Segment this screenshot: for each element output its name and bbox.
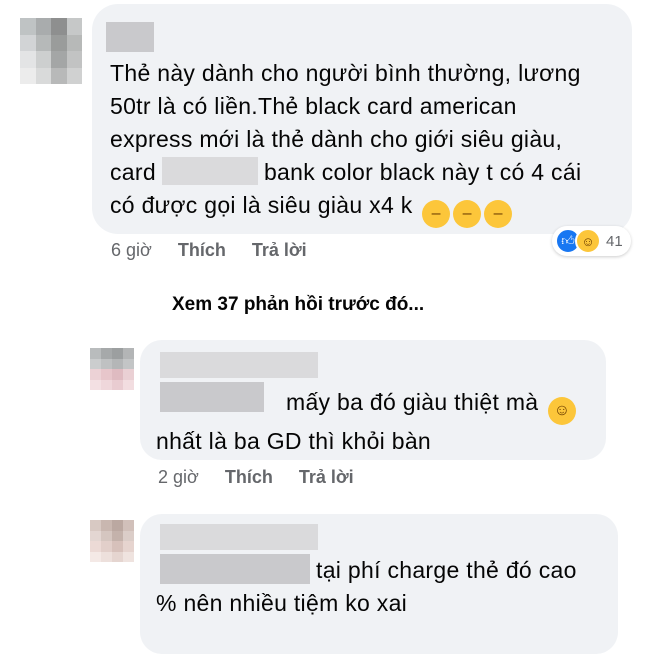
- comment-line: tại phí charge thẻ đó cao: [316, 557, 577, 583]
- commenter-name[interactable]: [160, 524, 318, 550]
- comment-line: Thẻ này dành cho người bình thường, lươn…: [110, 60, 581, 86]
- reaction-count: 41: [606, 232, 623, 250]
- comment-word: card: [110, 159, 156, 185]
- comment-line: nhất là ba GD thì khỏi bàn: [156, 428, 432, 454]
- timestamp[interactable]: 2 giờ: [158, 467, 199, 488]
- commenter-name[interactable]: [160, 352, 318, 378]
- comment-line: có được gọi là siêu giàu x4 k – – –: [110, 189, 625, 228]
- reply-button[interactable]: Trả lời: [252, 240, 307, 261]
- comment-text: mấy ba đó giàu thiệt mà ☺ nhất là ba GD …: [156, 386, 596, 458]
- smirking-face-icon: –: [422, 200, 451, 228]
- rolling-laughing-icon: ☺: [548, 397, 577, 425]
- avatar[interactable]: [90, 520, 134, 562]
- comment-line: % nên nhiều tiệm ko xai: [156, 590, 408, 616]
- commenter-name[interactable]: [106, 22, 154, 52]
- comment-line: mấy ba đó giàu thiệt mà ☺: [156, 386, 596, 425]
- comment-bubble: mấy ba đó giàu thiệt mà ☺ nhất là ba GD …: [140, 340, 606, 460]
- avatar[interactable]: [20, 18, 82, 84]
- comment-word: có được gọi là siêu giàu x4 k: [110, 192, 413, 218]
- comment-text: tại phí charge thẻ đó cao % nên nhiều ti…: [156, 554, 606, 620]
- like-button[interactable]: Thích: [225, 467, 273, 488]
- comment-line: express mới là thẻ dành cho giới siêu gi…: [110, 126, 563, 152]
- comment-line: card bank color black này t có 4 cái: [110, 156, 625, 189]
- comment-actions: 6 giờ Thích Trả lời: [111, 240, 307, 261]
- like-button[interactable]: Thích: [178, 240, 226, 261]
- timestamp[interactable]: 6 giờ: [111, 240, 152, 261]
- smirking-face-icon: –: [453, 200, 482, 228]
- comment-bubble: tại phí charge thẻ đó cao % nên nhiều ti…: [140, 514, 618, 654]
- comment-word: bank color black này t có 4 cái: [263, 159, 582, 185]
- comment-word: mấy ba đó giàu thiệt mà: [286, 389, 539, 415]
- redacted-text: [161, 157, 258, 185]
- laughing-icon: ☺: [575, 228, 601, 254]
- comment-text: Thẻ này dành cho người bình thường, lươn…: [110, 57, 625, 228]
- smirking-face-icon: –: [484, 200, 513, 228]
- view-more-replies[interactable]: Xem 37 phản hồi trước đó...: [172, 294, 424, 316]
- comment-bubble: Thẻ này dành cho người bình thường, lươn…: [92, 4, 632, 234]
- avatar[interactable]: [90, 348, 134, 390]
- reaction-summary[interactable]: 👍︎ ☺ 41: [552, 226, 631, 256]
- reply-button[interactable]: Trả lời: [299, 467, 354, 488]
- comment-line: 50tr là có liền.Thẻ black card american: [110, 93, 517, 119]
- comment-actions: 2 giờ Thích Trả lời: [158, 467, 354, 488]
